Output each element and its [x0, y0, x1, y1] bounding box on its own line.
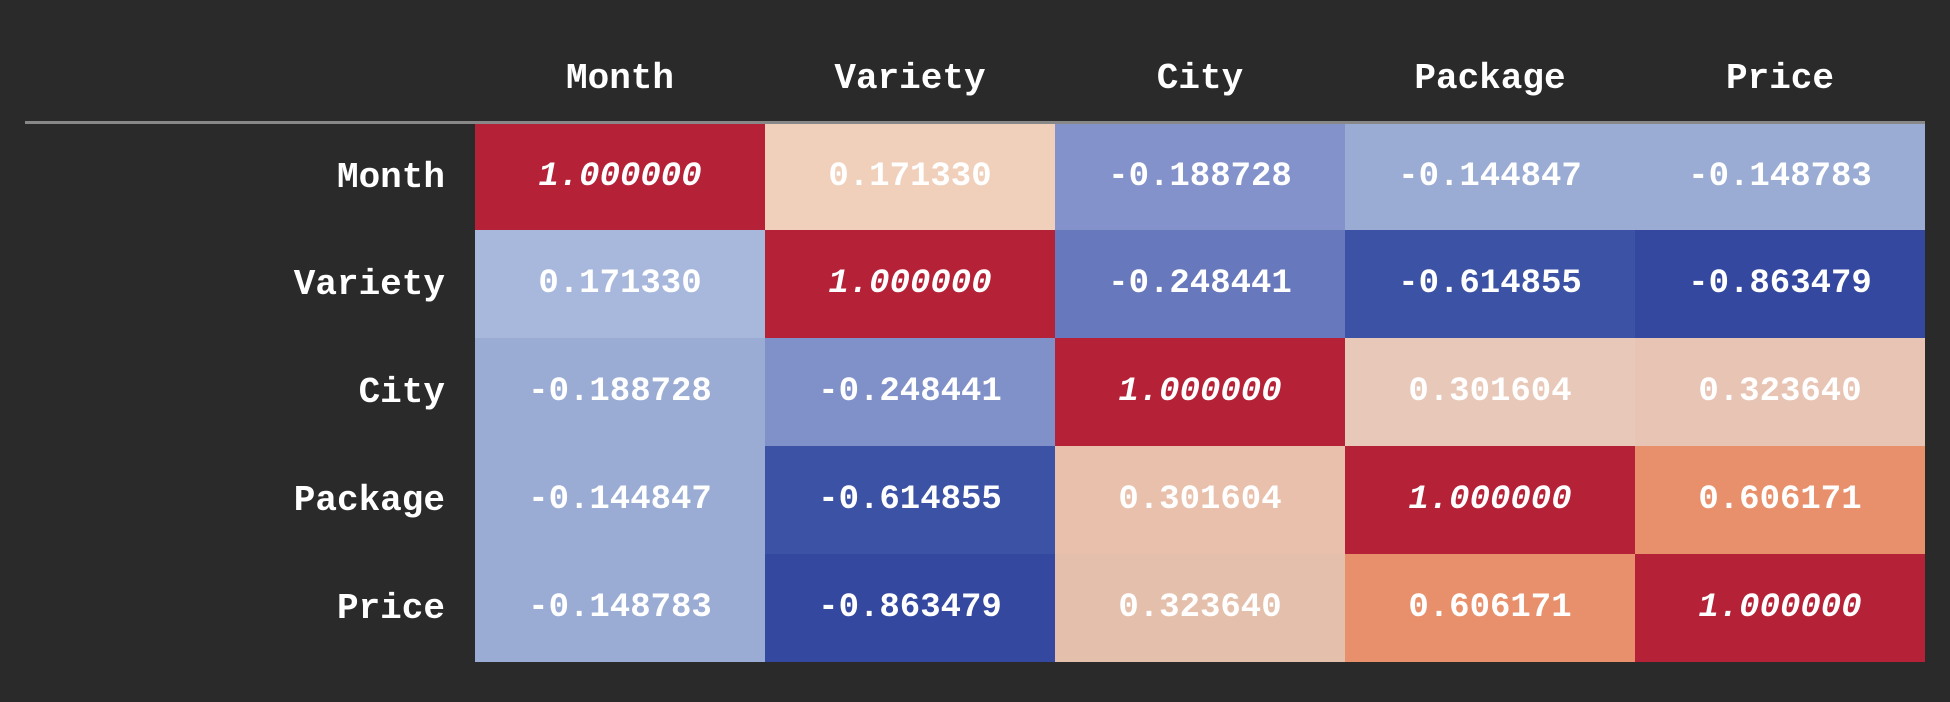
heatmap-container: Month Variety City Package Price Month1.… — [0, 0, 1950, 702]
col-header-city: City — [1055, 40, 1345, 123]
cell: -0.248441 — [765, 338, 1055, 446]
cell: -0.148783 — [1635, 122, 1925, 230]
empty-header — [25, 40, 475, 123]
cell: -0.148783 — [475, 554, 765, 662]
row-header-price: Price — [25, 554, 475, 662]
cell: 1.000000 — [1345, 446, 1635, 554]
cell: 0.171330 — [765, 122, 1055, 230]
cell: -0.144847 — [475, 446, 765, 554]
col-header-package: Package — [1345, 40, 1635, 123]
cell: -0.248441 — [1055, 230, 1345, 338]
cell: 1.000000 — [1635, 554, 1925, 662]
cell: 0.171330 — [475, 230, 765, 338]
cell: 0.606171 — [1635, 446, 1925, 554]
cell: 0.323640 — [1055, 554, 1345, 662]
cell: 0.301604 — [1345, 338, 1635, 446]
cell: -0.188728 — [1055, 122, 1345, 230]
row-header-city: City — [25, 338, 475, 446]
cell: -0.614855 — [765, 446, 1055, 554]
table-row: City-0.188728-0.2484411.0000000.3016040.… — [25, 338, 1925, 446]
col-header-price: Price — [1635, 40, 1925, 123]
cell: -0.144847 — [1345, 122, 1635, 230]
cell: 1.000000 — [765, 230, 1055, 338]
cell: 0.606171 — [1345, 554, 1635, 662]
table-row: Package-0.144847-0.6148550.3016041.00000… — [25, 446, 1925, 554]
row-header-month: Month — [25, 122, 475, 230]
cell: 1.000000 — [475, 122, 765, 230]
col-header-variety: Variety — [765, 40, 1055, 123]
col-header-month: Month — [475, 40, 765, 123]
cell: -0.614855 — [1345, 230, 1635, 338]
row-header-variety: Variety — [25, 230, 475, 338]
table-row: Price-0.148783-0.8634790.3236400.6061711… — [25, 554, 1925, 662]
correlation-table: Month Variety City Package Price Month1.… — [25, 40, 1925, 663]
cell: 0.323640 — [1635, 338, 1925, 446]
table-row: Variety0.1713301.000000-0.248441-0.61485… — [25, 230, 1925, 338]
table-row: Month1.0000000.171330-0.188728-0.144847-… — [25, 122, 1925, 230]
cell: -0.188728 — [475, 338, 765, 446]
header-row: Month Variety City Package Price — [25, 40, 1925, 123]
cell: -0.863479 — [765, 554, 1055, 662]
row-header-package: Package — [25, 446, 475, 554]
cell: -0.863479 — [1635, 230, 1925, 338]
cell: 0.301604 — [1055, 446, 1345, 554]
cell: 1.000000 — [1055, 338, 1345, 446]
